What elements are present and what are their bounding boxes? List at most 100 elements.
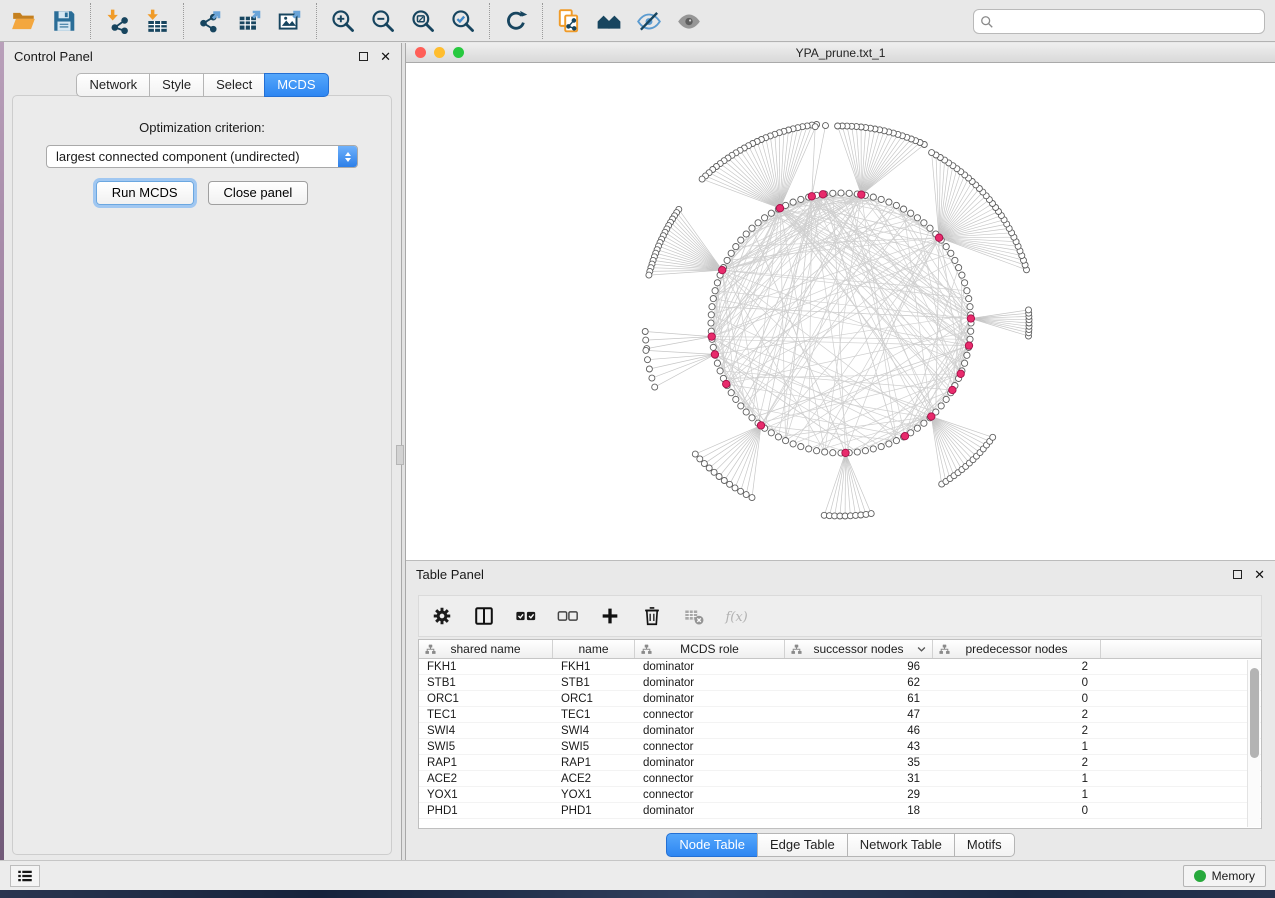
tab-network-table[interactable]: Network Table: [847, 833, 955, 857]
select-all-icon: [515, 605, 537, 627]
table-toolbar: [418, 595, 1262, 637]
zoom-selected-button[interactable]: [443, 3, 483, 39]
cell-shared-name: SWI4: [419, 725, 553, 737]
divider-grip[interactable]: [396, 445, 404, 465]
import-network-button[interactable]: [97, 3, 137, 39]
control-panel: Control Panel ✕ NetworkStyleSelectMCDS O…: [4, 43, 401, 860]
export-table-button[interactable]: [230, 3, 270, 39]
open-session-icon: [11, 8, 37, 34]
table-row[interactable]: YOX1YOX1connector291: [419, 787, 1261, 803]
delete-column-icon: [641, 605, 663, 627]
column-header-name[interactable]: name: [553, 640, 635, 658]
add-column-button[interactable]: [597, 603, 623, 629]
hide-selected-icon: [636, 8, 662, 34]
column-header-label: shared name: [450, 642, 520, 656]
cell-shared-name: YOX1: [419, 789, 553, 801]
column-header-mcds-role[interactable]: MCDS role: [635, 640, 785, 658]
refresh-button[interactable]: [496, 3, 536, 39]
cell-name: SWI5: [553, 741, 635, 753]
table-row[interactable]: RAP1RAP1dominator352: [419, 755, 1261, 771]
zoom-selected-icon: [450, 8, 476, 34]
control-panel-close-button[interactable]: ✕: [380, 52, 391, 62]
memory-button[interactable]: Memory: [1183, 865, 1266, 887]
node-table-scrollbar[interactable]: [1247, 660, 1260, 827]
table-panel-close-button[interactable]: ✕: [1254, 570, 1265, 580]
cell-name: YOX1: [553, 789, 635, 801]
hide-selected-button[interactable]: [629, 3, 669, 39]
tab-motifs[interactable]: Motifs: [954, 833, 1015, 857]
cell-mcds-role: dominator: [635, 661, 785, 673]
cell-successor-nodes: 29: [785, 789, 933, 801]
table-row[interactable]: ORC1ORC1dominator610: [419, 691, 1261, 707]
deselect-all-icon: [557, 605, 579, 627]
network-window-titlebar[interactable]: YPA_prune.txt_1: [406, 43, 1275, 63]
table-panel-float-button[interactable]: [1233, 570, 1242, 579]
toolbar-separator: [489, 3, 490, 39]
column-header-predecessor-nodes[interactable]: predecessor nodes: [933, 640, 1101, 658]
status-bar: Memory: [0, 860, 1275, 890]
tab-mcds[interactable]: MCDS: [264, 73, 328, 97]
table-row[interactable]: STB1STB1dominator620: [419, 675, 1261, 691]
tab-node-table[interactable]: Node Table: [666, 833, 758, 857]
table-row[interactable]: TEC1TEC1connector472: [419, 707, 1261, 723]
cell-mcds-role: dominator: [635, 677, 785, 689]
tab-style[interactable]: Style: [149, 73, 204, 97]
export-image-button[interactable]: [270, 3, 310, 39]
refresh-icon: [503, 8, 529, 34]
cell-successor-nodes: 31: [785, 773, 933, 785]
search-box[interactable]: [973, 9, 1265, 34]
control-panel-tabs: NetworkStyleSelectMCDS: [4, 73, 401, 97]
table-row[interactable]: SWI4SWI4dominator462: [419, 723, 1261, 739]
settings-button[interactable]: [429, 603, 455, 629]
column-header-shared-name[interactable]: shared name: [419, 640, 553, 658]
show-all-icon: [676, 8, 702, 34]
split-view-button[interactable]: [471, 603, 497, 629]
zoom-fit-button[interactable]: [403, 3, 443, 39]
cell-mcds-role: dominator: [635, 693, 785, 705]
column-header-successor-nodes[interactable]: successor nodes: [785, 640, 933, 658]
cell-shared-name: ORC1: [419, 693, 553, 705]
column-header-label: name: [578, 642, 608, 656]
export-network-icon: [197, 8, 223, 34]
status-list-button[interactable]: [10, 865, 40, 887]
save-session-icon: [51, 8, 77, 34]
optimization-criterion-select[interactable]: largest connected component (undirected): [46, 145, 358, 168]
delete-column-button[interactable]: [639, 603, 665, 629]
table-row[interactable]: PHD1PHD1dominator180: [419, 803, 1261, 819]
zoom-out-icon: [370, 8, 396, 34]
zoom-in-button[interactable]: [323, 3, 363, 39]
table-row[interactable]: FKH1FKH1dominator962: [419, 659, 1261, 675]
tab-select[interactable]: Select: [203, 73, 265, 97]
table-row[interactable]: ACE2ACE2connector311: [419, 771, 1261, 787]
cell-name: TEC1: [553, 709, 635, 721]
close-panel-button[interactable]: Close panel: [208, 181, 309, 205]
cell-name: FKH1: [553, 661, 635, 673]
network-window-title: YPA_prune.txt_1: [406, 46, 1275, 60]
open-session-button[interactable]: [4, 3, 44, 39]
zoom-out-button[interactable]: [363, 3, 403, 39]
table-row[interactable]: SWI5SWI5connector431: [419, 739, 1261, 755]
first-neighbors-button[interactable]: [589, 3, 629, 39]
table-panel-title: Table Panel: [416, 567, 484, 582]
cell-shared-name: FKH1: [419, 661, 553, 673]
export-network-button[interactable]: [190, 3, 230, 39]
import-table-button[interactable]: [137, 3, 177, 39]
tab-edge-table[interactable]: Edge Table: [757, 833, 848, 857]
node-table-scrollbar-thumb[interactable]: [1250, 668, 1259, 758]
cell-predecessor-nodes: 2: [933, 757, 1101, 769]
main-toolbar: [0, 0, 1275, 42]
tab-network[interactable]: Network: [76, 73, 150, 97]
search-input[interactable]: [998, 14, 1258, 30]
network-canvas[interactable]: [406, 63, 1275, 560]
delete-table-button: [681, 603, 707, 629]
network-graph[interactable]: [406, 63, 1275, 560]
cytoscape-window: Control Panel ✕ NetworkStyleSelectMCDS O…: [0, 0, 1275, 898]
save-session-button[interactable]: [44, 3, 84, 39]
show-all-button[interactable]: [669, 3, 709, 39]
deselect-all-button[interactable]: [555, 603, 581, 629]
new-network-from-selection-button[interactable]: [549, 3, 589, 39]
select-all-button[interactable]: [513, 603, 539, 629]
cell-successor-nodes: 46: [785, 725, 933, 737]
run-mcds-button[interactable]: Run MCDS: [96, 181, 194, 205]
control-panel-float-button[interactable]: [359, 52, 368, 61]
